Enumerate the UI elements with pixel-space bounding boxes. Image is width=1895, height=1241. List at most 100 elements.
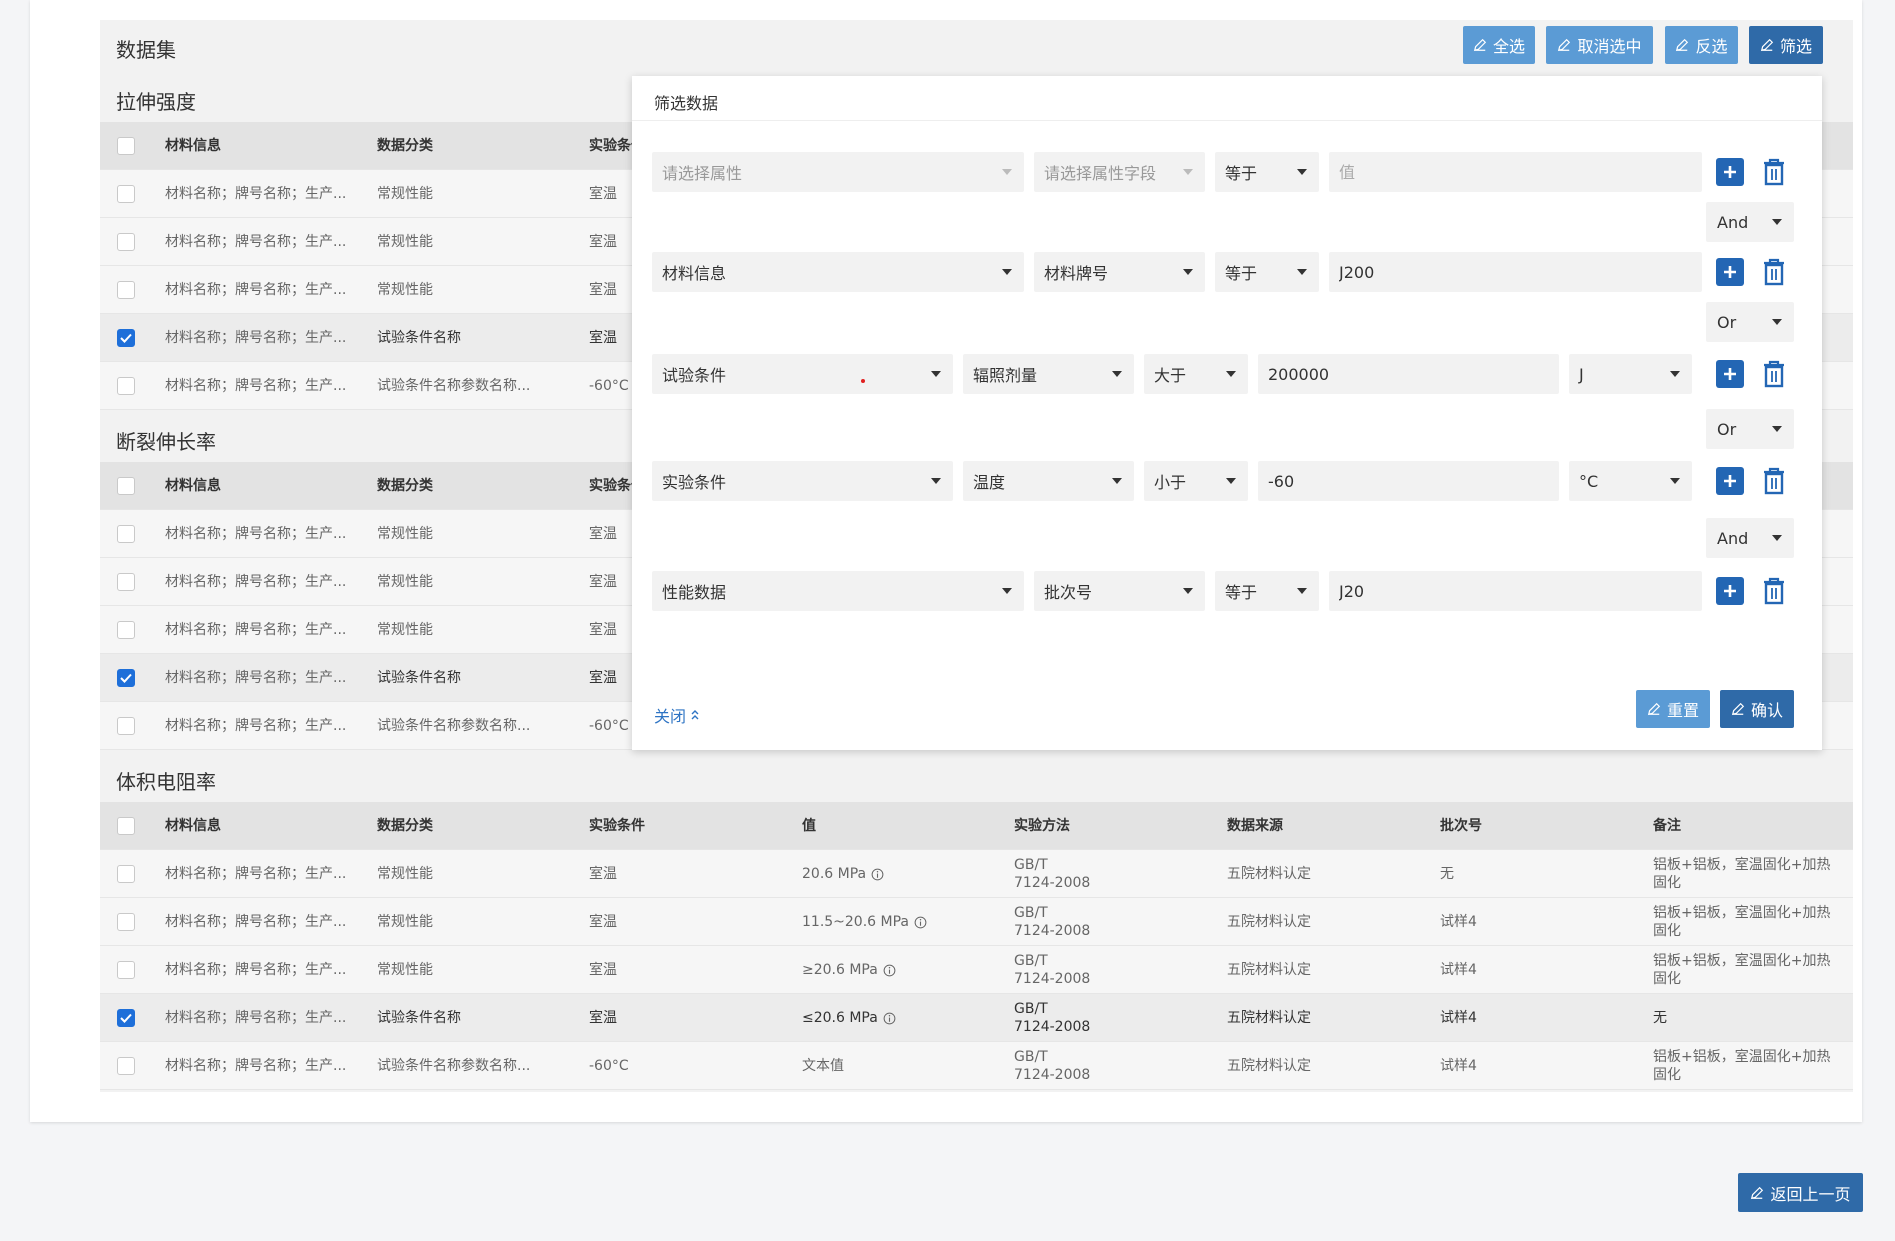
table-row[interactable]: 材料名称；牌号名称；生产... 常规性能 室温 20.6 MPa GB/T 7124-20…	[100, 850, 1853, 898]
attribute-select[interactable]: 请选择属性	[652, 152, 1024, 192]
operator-select[interactable]: 等于	[1215, 252, 1319, 292]
value-input[interactable]	[1329, 571, 1702, 611]
deselect-button[interactable]: 取消选中	[1546, 26, 1653, 64]
row-checkbox[interactable]	[117, 281, 135, 299]
column-header[interactable]: 数据分类	[377, 802, 433, 850]
field-select[interactable]: 批次号	[1034, 571, 1205, 611]
row-checkbox[interactable]	[117, 377, 135, 395]
value-input[interactable]	[1329, 252, 1702, 292]
column-header[interactable]: 值	[802, 802, 816, 850]
column-header[interactable]: 材料信息	[165, 462, 221, 510]
table-row[interactable]: 材料名称；牌号名称；生产... 试验条件名称参数名称... -60°C 文本值 GB/T…	[100, 1042, 1853, 1090]
value-text: ≥20.6 MPa	[802, 962, 878, 978]
field-select[interactable]: 温度	[963, 461, 1134, 501]
row-checkbox[interactable]	[117, 525, 135, 543]
reset-button[interactable]: 重置	[1636, 690, 1710, 728]
trash-icon[interactable]	[1762, 258, 1786, 286]
method-cell: GB/T 7124-2008	[1014, 994, 1090, 1042]
operator-select[interactable]: 等于	[1215, 571, 1319, 611]
value-input[interactable]	[1258, 461, 1559, 501]
category-cell: 试验条件名称	[377, 330, 461, 346]
logic-select[interactable]: Or	[1706, 302, 1794, 342]
row-checkbox[interactable]	[117, 961, 135, 979]
operator-select[interactable]: 大于	[1144, 354, 1248, 394]
table-row[interactable]: 材料名称；牌号名称；生产... 常规性能 室温 ≥20.6 MPa GB/T 7124-2…	[100, 946, 1853, 994]
attribute-select[interactable]: 性能数据	[652, 571, 1024, 611]
column-header[interactable]: 材料信息	[165, 802, 221, 850]
add-condition-button[interactable]	[1716, 360, 1744, 388]
row-checkbox[interactable]	[117, 1009, 135, 1027]
select-all-checkbox[interactable]	[117, 137, 135, 155]
column-header[interactable]: 数据分类	[377, 462, 433, 510]
remark-cell: 无	[1653, 994, 1833, 1042]
table-row[interactable]: 材料名称；牌号名称；生产... 常规性能 室温 11.5~20.6 MPa GB/T 71…	[100, 898, 1853, 946]
trash-icon[interactable]	[1762, 577, 1786, 605]
category-cell: 常规性能	[377, 186, 433, 202]
add-condition-button[interactable]	[1716, 577, 1744, 605]
column-header[interactable]: 数据来源	[1227, 802, 1283, 850]
row-checkbox[interactable]	[117, 913, 135, 931]
logic-select[interactable]: And	[1706, 202, 1794, 242]
batch-cell: 无	[1440, 866, 1454, 882]
trash-icon[interactable]	[1762, 467, 1786, 495]
value-input[interactable]	[1329, 152, 1702, 192]
operator-value: 等于	[1225, 164, 1258, 183]
column-header[interactable]: 材料信息	[165, 122, 221, 170]
trash-icon[interactable]	[1762, 360, 1786, 388]
row-checkbox[interactable]	[117, 621, 135, 639]
column-header[interactable]: 批次号	[1440, 802, 1482, 850]
field-select[interactable]: 辐照剂量	[963, 354, 1134, 394]
column-header[interactable]: 实验方法	[1014, 802, 1070, 850]
select-all-button[interactable]: 全选	[1463, 26, 1535, 64]
row-checkbox[interactable]	[117, 573, 135, 591]
field-placeholder: 请选择属性字段	[1044, 164, 1157, 183]
material-cell: 材料名称；牌号名称；生产...	[165, 282, 347, 298]
attribute-select[interactable]: 试验条件	[652, 354, 953, 394]
invert-button[interactable]: 反选	[1665, 26, 1738, 64]
row-checkbox[interactable]	[117, 329, 135, 347]
add-condition-button[interactable]	[1716, 467, 1744, 495]
attribute-select[interactable]: 实验条件	[652, 461, 953, 501]
confirm-button[interactable]: 确认	[1720, 690, 1794, 728]
column-header[interactable]: 备注	[1653, 802, 1681, 850]
invert-label: 反选	[1695, 37, 1728, 56]
value-input[interactable]	[1258, 354, 1559, 394]
value-text: ≤20.6 MPa	[802, 1010, 878, 1026]
condition-cell: 室温	[589, 234, 617, 250]
row-checkbox[interactable]	[117, 865, 135, 883]
row-checkbox[interactable]	[117, 717, 135, 735]
filter-button[interactable]: 筛选	[1749, 26, 1823, 64]
close-filter-link[interactable]: 关闭	[654, 703, 700, 727]
category-cell: 试验条件名称	[377, 670, 461, 686]
logic-select[interactable]: Or	[1706, 409, 1794, 449]
method-line: GB/T	[1014, 857, 1048, 873]
attribute-select[interactable]: 材料信息	[652, 252, 1024, 292]
add-condition-button[interactable]	[1716, 258, 1744, 286]
unit-value: °C	[1579, 471, 1599, 491]
logic-select[interactable]: And	[1706, 518, 1794, 558]
back-button[interactable]: 返回上一页	[1738, 1173, 1863, 1212]
row-checkbox[interactable]	[117, 185, 135, 203]
operator-select[interactable]: 等于	[1215, 152, 1319, 192]
field-select[interactable]: 请选择属性字段	[1034, 152, 1205, 192]
row-checkbox[interactable]	[117, 233, 135, 251]
operator-select[interactable]: 小于	[1144, 461, 1248, 501]
remark-line: 固化	[1653, 875, 1681, 891]
category-cell: 常规性能	[377, 622, 433, 638]
field-select[interactable]: 材料牌号	[1034, 252, 1205, 292]
unit-select[interactable]: °C	[1569, 461, 1692, 501]
column-header[interactable]: 实验条件	[589, 802, 645, 850]
attribute-value: 试验条件	[662, 366, 727, 385]
remark-line: 铝板+铝板，室温固化+加热	[1653, 905, 1831, 921]
column-header[interactable]: 数据分类	[377, 122, 433, 170]
row-checkbox[interactable]	[117, 669, 135, 687]
table-row[interactable]: 材料名称；牌号名称；生产... 试验条件名称 室温 ≤20.6 MPa GB/T 7124…	[100, 994, 1853, 1042]
value-cell: ≤20.6 MPa	[802, 994, 896, 1042]
row-checkbox[interactable]	[117, 1057, 135, 1075]
select-all-checkbox[interactable]	[117, 817, 135, 835]
remark-line: 铝板+铝板，室温固化+加热	[1653, 1049, 1831, 1065]
trash-icon[interactable]	[1762, 158, 1786, 186]
unit-select[interactable]: J	[1569, 354, 1692, 394]
select-all-checkbox[interactable]	[117, 477, 135, 495]
add-condition-button[interactable]	[1716, 158, 1744, 186]
